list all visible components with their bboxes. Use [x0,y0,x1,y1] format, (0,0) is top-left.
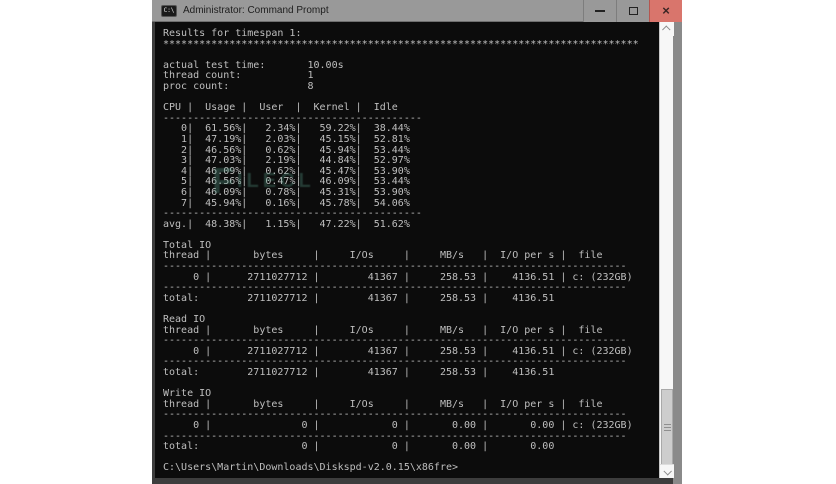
chevron-up-icon [662,25,671,34]
command-prompt-window: C:\ Administrator: Command Prompt × Resu… [152,0,682,484]
terminal-screen[interactable]: Results for timespan 1: ****************… [155,22,659,478]
window-controls: × [583,0,682,22]
window-title: Administrator: Command Prompt [183,5,329,16]
maximize-icon [628,6,638,15]
scroll-down-button[interactable] [660,464,674,478]
minimize-icon [595,9,605,12]
scrollbar-gripper-icon [663,423,671,431]
terminal-output: Results for timespan 1: ****************… [163,28,639,474]
titlebar[interactable]: C:\ Administrator: Command Prompt × [152,0,682,22]
maximize-button[interactable] [616,0,649,22]
close-button[interactable]: × [649,0,682,22]
cmd-app-icon: C:\ [161,4,177,17]
window-frame-bottom [152,478,673,484]
scrollbar-thumb[interactable] [661,389,673,465]
scroll-up-button[interactable] [660,22,674,36]
window-frame-left [152,22,155,484]
minimize-button[interactable] [583,0,616,22]
page-canvas: C:\ Administrator: Command Prompt × Resu… [0,0,836,484]
chevron-down-icon [663,466,672,476]
vertical-scrollbar[interactable] [659,22,674,478]
window-frame-right [673,22,682,484]
close-icon: × [662,3,670,18]
